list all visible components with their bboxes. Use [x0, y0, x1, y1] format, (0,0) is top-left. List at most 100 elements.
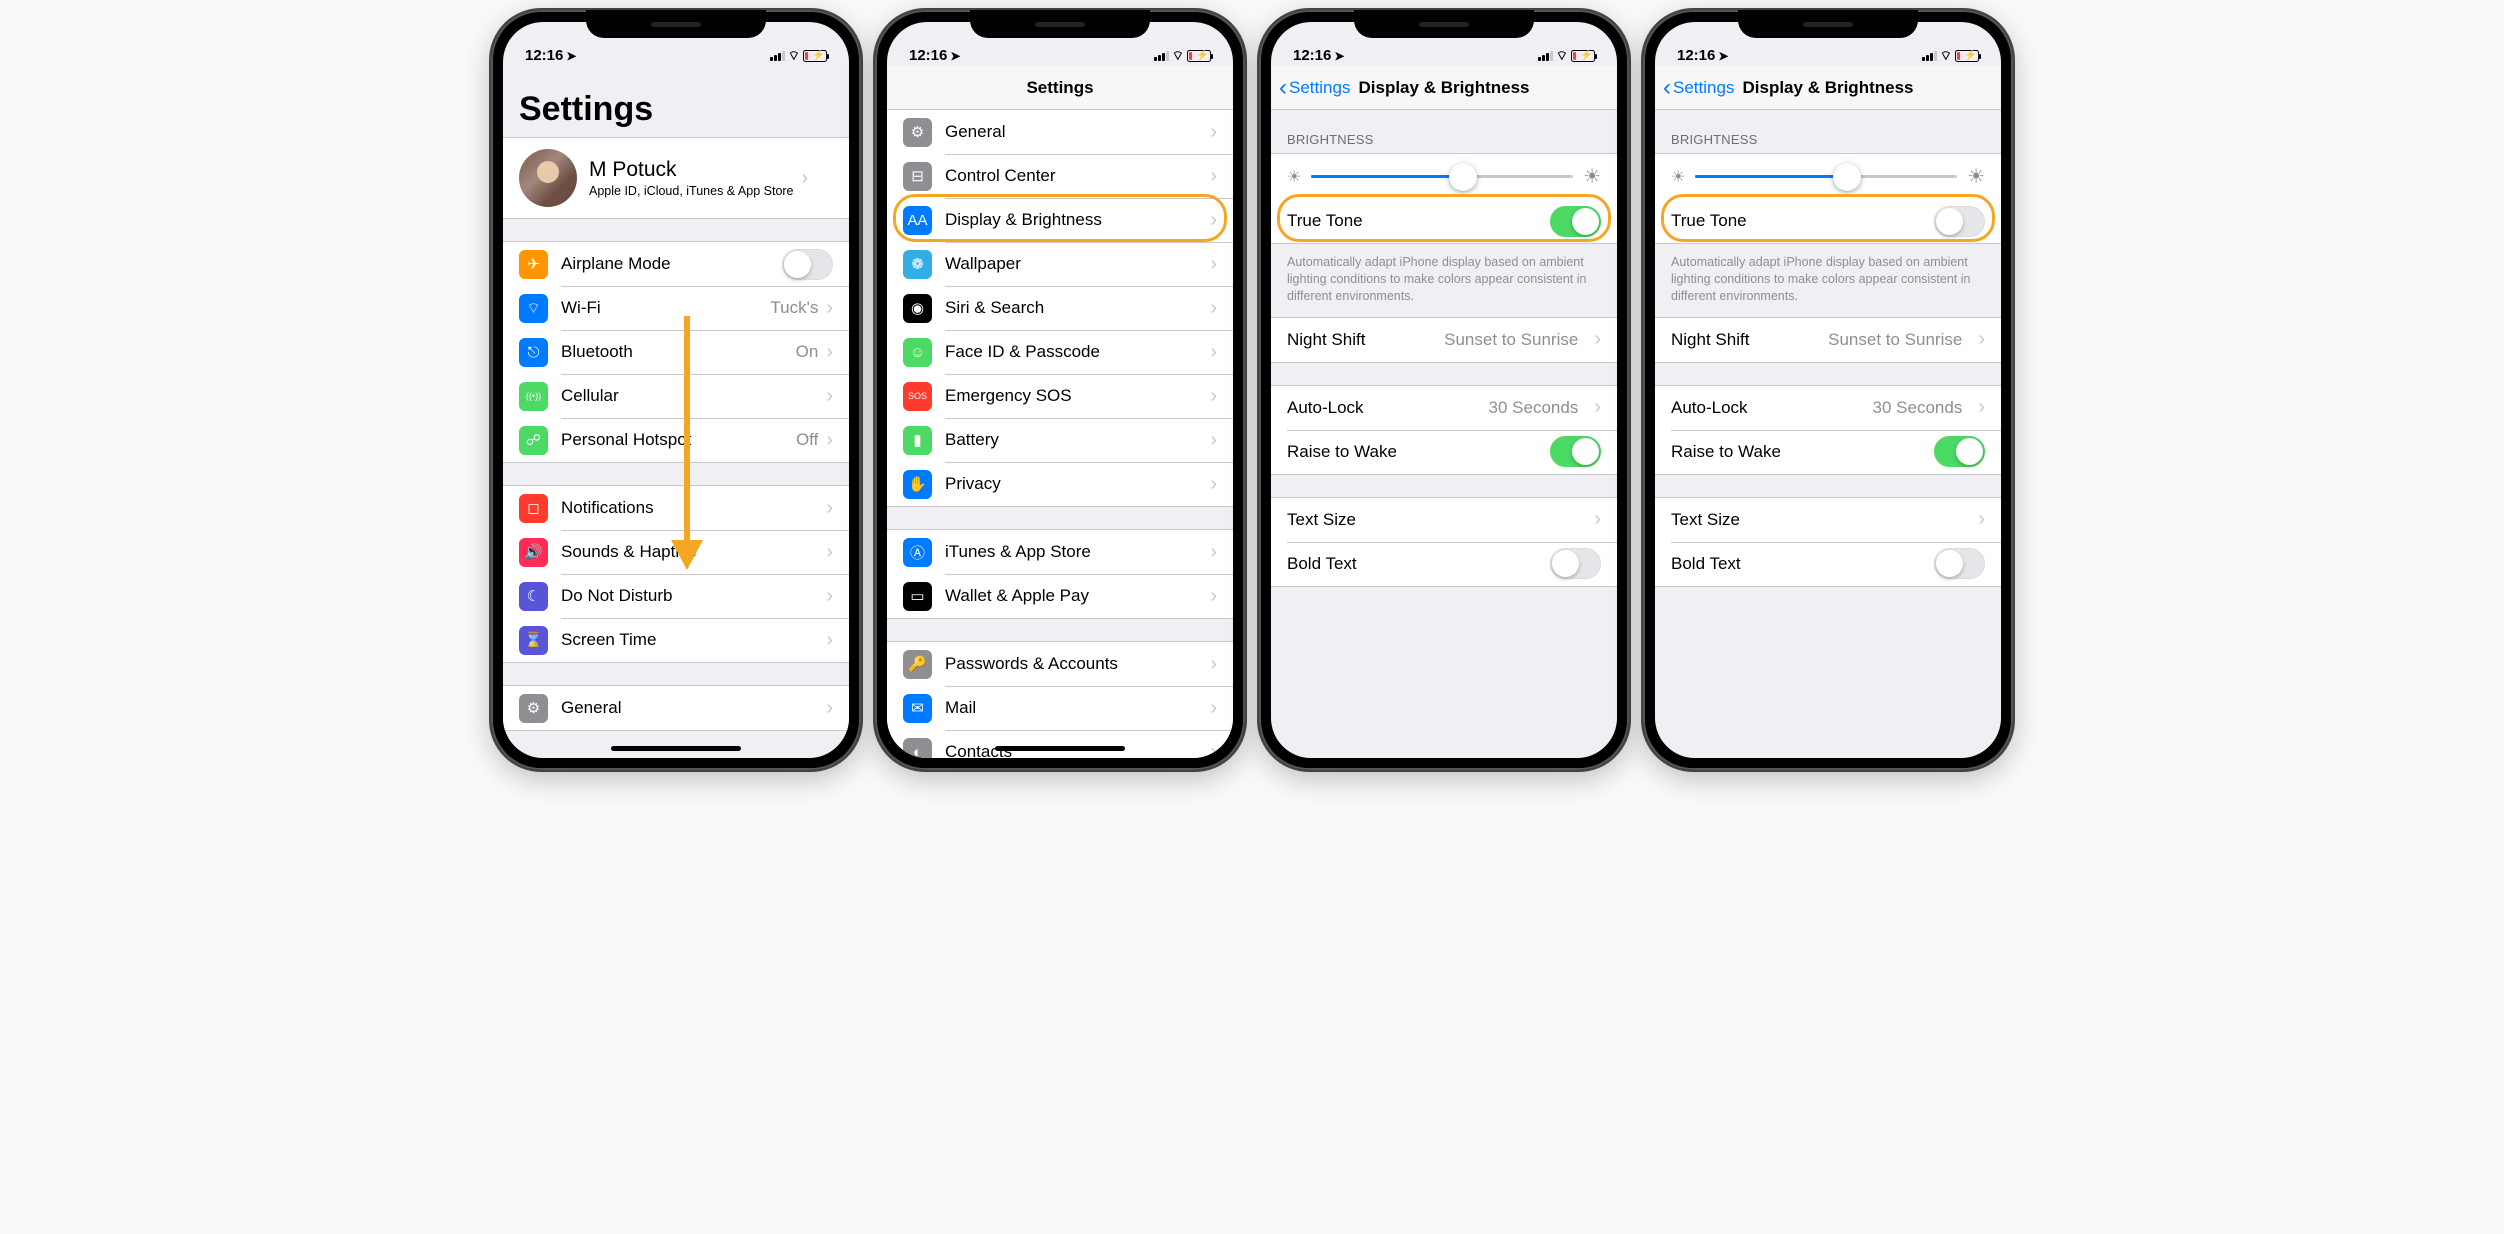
general-icon: ⚙: [903, 118, 932, 147]
toggle[interactable]: [1550, 206, 1601, 237]
status-time: 12:16: [909, 47, 947, 64]
list-item-label: Do Not Disturb: [561, 586, 672, 606]
list-item-label: Emergency SOS: [945, 386, 1072, 406]
phone-frame: 12:16➤ ⌔ ⚡ Settings ⚙General›⊟Control Ce…: [875, 10, 1245, 770]
chevron-right-icon: ›: [1210, 253, 1217, 276]
notifications-icon: ◻: [519, 494, 548, 523]
hotspot-icon: ☍: [519, 426, 548, 455]
wifi-status-icon: ⌔: [1556, 48, 1568, 64]
list-item[interactable]: ⌛Screen Time›: [503, 618, 849, 662]
list-item[interactable]: SOSEmergency SOS›: [887, 374, 1233, 418]
toggle[interactable]: [1550, 548, 1601, 579]
profile-name: M Potuck: [589, 158, 794, 182]
list-item[interactable]: ⊟Control Center›: [887, 154, 1233, 198]
signal-icon: [1538, 51, 1553, 61]
back-button[interactable]: ‹ Settings: [1655, 76, 1734, 100]
signal-icon: [1154, 51, 1169, 61]
cellular-icon: ((•)): [519, 382, 548, 411]
list-item[interactable]: ✋Privacy›: [887, 462, 1233, 506]
list-item-label: Display & Brightness: [945, 210, 1102, 230]
night-shift-row[interactable]: Night ShiftSunset to Sunrise›: [1271, 318, 1617, 362]
list-item[interactable]: ▭Wallet & Apple Pay›: [887, 574, 1233, 618]
chevron-right-icon: ›: [1210, 429, 1217, 452]
row-label: Raise to Wake: [1671, 442, 1781, 462]
list-item[interactable]: ⚙General›: [887, 110, 1233, 154]
list-item[interactable]: ◐Contacts›: [887, 730, 1233, 758]
raise-to-wake-row[interactable]: Raise to Wake: [1655, 430, 2001, 474]
text-size-row[interactable]: Text Size ›: [1655, 498, 2001, 542]
row-label: Raise to Wake: [1287, 442, 1397, 462]
brightness-slider[interactable]: ☀☀: [1655, 154, 2001, 199]
sos-icon: SOS: [903, 382, 932, 411]
chevron-right-icon: ›: [1978, 508, 1985, 531]
toggle[interactable]: [1934, 206, 1985, 237]
auto-lock-row[interactable]: Auto-Lock30 Seconds›: [1655, 386, 2001, 430]
brightness-header: BRIGHTNESS: [1271, 110, 1617, 153]
row-label: Auto-Lock: [1671, 398, 1748, 418]
row-label: Text Size: [1671, 510, 1740, 530]
home-indicator[interactable]: [611, 746, 741, 751]
dnd-icon: ☾: [519, 582, 548, 611]
chevron-right-icon: ›: [1978, 328, 1985, 351]
list-item[interactable]: ❁Wallpaper›: [887, 242, 1233, 286]
text-size-row[interactable]: Text Size›: [1271, 498, 1617, 542]
list-item[interactable]: ◻Notifications›: [503, 486, 849, 530]
chevron-right-icon: ›: [1210, 697, 1217, 720]
notch: [970, 10, 1150, 38]
list-item[interactable]: 🔑Passwords & Accounts›: [887, 642, 1233, 686]
location-icon: ➤: [1718, 49, 1728, 63]
appstore-icon: Ⓐ: [903, 538, 932, 567]
bluetooth-icon: ⎋: [519, 338, 548, 367]
location-icon: ➤: [1334, 49, 1344, 63]
list-item[interactable]: ☺Face ID & Passcode›: [887, 330, 1233, 374]
list-item[interactable]: ((•))Cellular›: [503, 374, 849, 418]
back-label: Settings: [1673, 78, 1734, 98]
list-item[interactable]: ✉Mail›: [887, 686, 1233, 730]
chevron-right-icon: ›: [826, 297, 833, 320]
list-item[interactable]: ◉Siri & Search›: [887, 286, 1233, 330]
chevron-right-icon: ›: [802, 167, 809, 190]
toggle[interactable]: [1934, 436, 1985, 467]
list-item[interactable]: ▮Battery›: [887, 418, 1233, 462]
chevron-right-icon: ›: [826, 497, 833, 520]
phone-frame: 12:16➤ ⌔ ⚡ ‹ Settings Display & Brightne…: [1643, 10, 2013, 770]
raise-to-wake-row[interactable]: Raise to Wake: [1271, 430, 1617, 474]
list-item[interactable]: ⚙General›: [503, 686, 849, 730]
list-item[interactable]: ⎋BluetoothOn›: [503, 330, 849, 374]
true-tone-row[interactable]: True Tone: [1271, 199, 1617, 243]
chevron-right-icon: ›: [1594, 508, 1601, 531]
wallet-icon: ▭: [903, 582, 932, 611]
list-item[interactable]: AADisplay & Brightness›: [887, 198, 1233, 242]
toggle[interactable]: [1934, 548, 1985, 579]
bold-text-row[interactable]: Bold Text: [1271, 542, 1617, 586]
navbar: Settings: [887, 66, 1233, 110]
list-item-label: Privacy: [945, 474, 1001, 494]
wifi-status-icon: ⌔: [788, 48, 800, 64]
list-item-label: Wallet & Apple Pay: [945, 586, 1089, 606]
home-indicator[interactable]: [995, 746, 1125, 751]
row-value: 30 Seconds: [1489, 398, 1579, 418]
chevron-right-icon: ›: [1210, 541, 1217, 564]
navbar: ‹ Settings Display & Brightness: [1655, 66, 2001, 110]
night-shift-row[interactable]: Night ShiftSunset to Sunrise›: [1655, 318, 2001, 362]
toggle[interactable]: [1550, 436, 1601, 467]
list-item[interactable]: ⒶiTunes & App Store›: [887, 530, 1233, 574]
list-item[interactable]: 🔊Sounds & Haptics›: [503, 530, 849, 574]
profile-row[interactable]: M Potuck Apple ID, iCloud, iTunes & App …: [503, 138, 849, 218]
bold-text-row[interactable]: Bold Text: [1655, 542, 2001, 586]
toggle[interactable]: [782, 249, 833, 280]
list-item[interactable]: ⌔Wi-FiTuck's›: [503, 286, 849, 330]
list-item[interactable]: ☾Do Not Disturb›: [503, 574, 849, 618]
list-item[interactable]: ✈Airplane Mode: [503, 242, 849, 286]
list-item[interactable]: ☍Personal HotspotOff›: [503, 418, 849, 462]
auto-lock-row[interactable]: Auto-Lock30 Seconds›: [1271, 386, 1617, 430]
wallpaper-icon: ❁: [903, 250, 932, 279]
list-item-label: Battery: [945, 430, 999, 450]
true-tone-row[interactable]: True Tone: [1655, 199, 2001, 243]
brightness-slider[interactable]: ☀☀: [1271, 154, 1617, 199]
row-value: Sunset to Sunrise: [1828, 330, 1962, 350]
status-time: 12:16: [1293, 47, 1331, 64]
location-icon: ➤: [566, 49, 576, 63]
chevron-right-icon: ›: [826, 429, 833, 452]
back-button[interactable]: ‹ Settings: [1271, 76, 1350, 100]
